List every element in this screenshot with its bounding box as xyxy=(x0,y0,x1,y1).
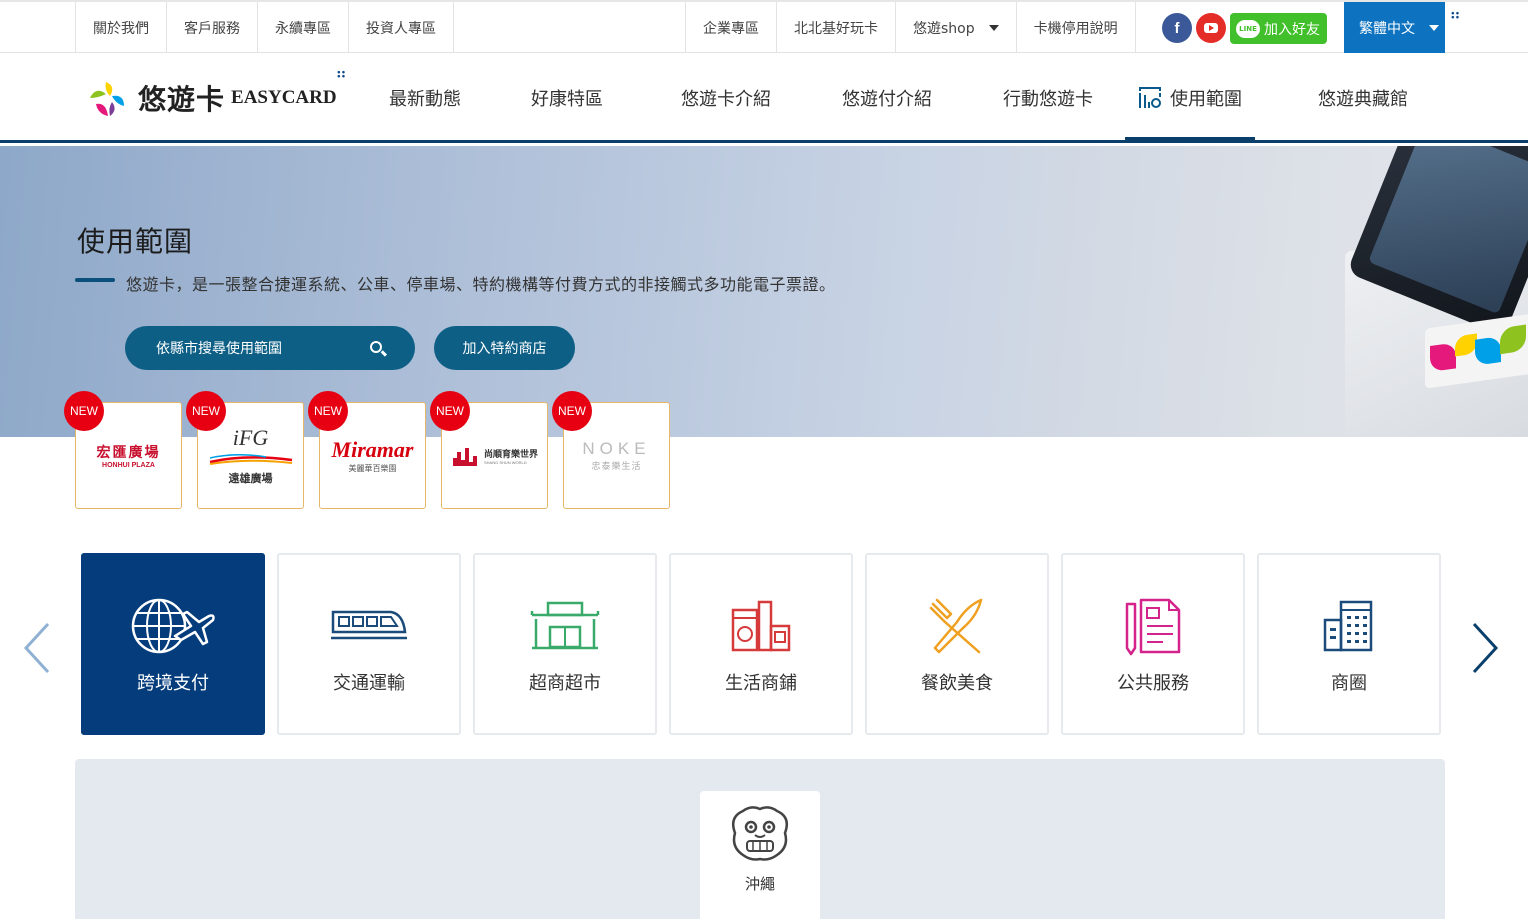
top-link-service[interactable]: 客戶服務 xyxy=(166,2,257,53)
category-label: 交通運輸 xyxy=(333,673,405,694)
merchant-name: 宏匯廣場 xyxy=(96,445,161,461)
region-card-okinawa[interactable]: 沖繩 xyxy=(700,791,820,921)
nav-pay-intro[interactable]: 悠遊付介紹 xyxy=(842,53,932,143)
merchant-card-shangshun[interactable]: NEW 尚順育樂世界 SHANG SHUN WORLD xyxy=(430,391,548,509)
merchant-card-ifg[interactable]: NEW iFG 遠雄廣場 xyxy=(186,391,304,509)
page-description: 悠遊卡，是一張整合捷運系統、公車、停車場、特約機構等付費方式的非接觸式多功能電子… xyxy=(126,275,836,294)
shop-label: 悠遊shop xyxy=(913,20,975,37)
nav-deals[interactable]: 好康特區 xyxy=(531,53,603,143)
search-by-city-button[interactable]: 依縣市搜尋使用範圍 xyxy=(125,326,415,370)
merchant-card-honhui[interactable]: NEW 宏匯廣場 HONHUI PLAZA xyxy=(64,391,182,509)
region-label: 沖繩 xyxy=(744,875,775,893)
merchant-sub: 遠雄廣場 xyxy=(228,472,273,485)
category-business-district[interactable]: 商圈 xyxy=(1257,553,1441,735)
nav-news[interactable]: 最新動態 xyxy=(389,53,461,143)
document-icon xyxy=(1108,595,1198,657)
carousel-prev-arrow[interactable] xyxy=(22,622,52,674)
category-label: 跨境支付 xyxy=(137,673,209,694)
merchant-card-noke[interactable]: NEW NOKE 忠泰樂生活 xyxy=(552,391,670,509)
play-icon xyxy=(1204,23,1218,33)
youtube-icon[interactable] xyxy=(1196,13,1226,43)
category-label: 生活商鋪 xyxy=(725,673,797,694)
merchant-logo-ifg: iFG 遠雄廣場 xyxy=(206,425,296,486)
top-link-reader-notice[interactable]: 卡機停用說明 xyxy=(1015,2,1136,53)
merchant-logo-noke: NOKE 忠泰樂生活 xyxy=(582,439,650,472)
facebook-icon[interactable]: f xyxy=(1162,13,1192,43)
search-by-city-label: 依縣市搜尋使用範圍 xyxy=(156,341,282,357)
shisa-lion-icon xyxy=(732,806,788,861)
building-icon xyxy=(1304,595,1394,657)
line-add-friend-button[interactable]: LINE 加入好友 xyxy=(1230,13,1327,44)
merchant-sub: 忠泰樂生活 xyxy=(591,462,642,472)
search-icon xyxy=(370,341,382,353)
nav-usage-scope[interactable]: 使用範圍 xyxy=(1137,53,1242,143)
store-location-icon xyxy=(1139,87,1161,108)
chevron-down-icon xyxy=(988,24,999,31)
train-icon xyxy=(324,595,414,657)
facebook-glyph: f xyxy=(1174,19,1180,37)
nav-collection[interactable]: 悠遊典藏館 xyxy=(1318,53,1408,143)
fork-knife-icon xyxy=(912,595,1002,657)
category-label: 商圈 xyxy=(1331,673,1367,694)
top-link-sustainability[interactable]: 永續專區 xyxy=(257,2,348,53)
merchant-sub: HONHUI PLAZA xyxy=(102,462,155,469)
category-cross-border[interactable]: 跨境支付 xyxy=(81,553,265,735)
appliances-icon xyxy=(716,595,806,657)
line-add-friend-label: 加入好友 xyxy=(1264,21,1320,38)
top-link-shop[interactable]: 悠遊shop xyxy=(895,2,1016,53)
language-label: 繁體中文 xyxy=(1359,20,1415,37)
nav-card-intro[interactable]: 悠遊卡介紹 xyxy=(681,53,771,143)
merchant-name: 尚順育樂世界 xyxy=(483,449,538,460)
title-accent-line xyxy=(75,278,115,282)
top-link-investors[interactable]: 投資人專區 xyxy=(348,2,454,53)
language-selector[interactable]: 繁體中文 xyxy=(1344,2,1445,53)
category-shops[interactable]: 生活商鋪 xyxy=(669,553,853,735)
merchant-name: Miramar xyxy=(331,437,414,462)
line-icon: LINE xyxy=(1236,19,1260,38)
category-convenience-store[interactable]: 超商超市 xyxy=(473,553,657,735)
main-header: 悠遊卡 EASYCARD ∙∙ ∙∙ 最新動態 好康特區 悠遊卡介紹 悠遊付介紹 … xyxy=(0,53,1528,143)
building-skyline-icon xyxy=(452,447,477,466)
merchant-logo-shangshun: 尚順育樂世界 SHANG SHUN WORLD xyxy=(451,446,538,466)
new-badge: NEW xyxy=(552,391,592,431)
top-link-fun-pass[interactable]: 北北基好玩卡 xyxy=(776,2,895,53)
join-merchant-button[interactable]: 加入特約商店 xyxy=(434,326,575,370)
globe-plane-icon xyxy=(128,595,218,657)
merchant-name: iFG xyxy=(232,425,269,450)
category-dining[interactable]: 餐飲美食 xyxy=(865,553,1049,735)
category-label: 公共服務 xyxy=(1117,673,1189,694)
page-title: 使用範圍 xyxy=(77,225,194,258)
category-label: 超商超市 xyxy=(529,673,601,694)
top-left-links: 關於我們 客戶服務 永續專區 投資人專區 xyxy=(75,2,454,53)
merchant-card-miramar[interactable]: NEW Miramar 美麗華百樂園 xyxy=(308,391,426,509)
nav-mobile-card[interactable]: 行動悠遊卡 xyxy=(1003,53,1093,143)
merchant-sub: 美麗華百樂園 xyxy=(348,464,397,473)
store-icon xyxy=(520,595,610,657)
phone-screen xyxy=(1368,146,1528,315)
top-utility-bar: 關於我們 客戶服務 永續專區 投資人專區 企業專區 北北基好玩卡 悠遊shop … xyxy=(0,0,1528,53)
hero-banner: 使用範圍 悠遊卡，是一張整合捷運系統、公車、停車場、特約機構等付費方式的非接觸式… xyxy=(0,146,1528,437)
nav-usage-scope-label: 使用範圍 xyxy=(1170,89,1242,110)
merchant-logo-miramar: Miramar 美麗華百樂園 xyxy=(332,437,414,474)
category-label: 餐飲美食 xyxy=(921,673,993,694)
merchant-logo-honhui: 宏匯廣場 HONHUI PLAZA xyxy=(97,442,161,469)
category-transport[interactable]: 交通運輸 xyxy=(277,553,461,735)
top-link-about[interactable]: 關於我們 xyxy=(75,2,166,53)
new-badge: NEW xyxy=(186,391,226,431)
new-badge: NEW xyxy=(308,391,348,431)
chevron-down-icon xyxy=(1429,24,1439,31)
carousel-next-arrow[interactable] xyxy=(1470,622,1500,674)
active-nav-indicator xyxy=(1125,137,1255,143)
region-panel: 沖繩 xyxy=(75,759,1445,921)
top-right-links: 企業專區 北北基好玩卡 悠遊shop 卡機停用說明 xyxy=(685,2,1136,53)
category-public-service[interactable]: 公共服務 xyxy=(1061,553,1245,735)
merchant-name: NOKE xyxy=(582,439,651,458)
top-link-enterprise[interactable]: 企業專區 xyxy=(685,2,776,53)
accesskey-dots-icon: ∙∙ ∙∙ xyxy=(1450,9,1460,23)
main-nav: 最新動態 好康特區 悠遊卡介紹 悠遊付介紹 行動悠遊卡 使用範圍 悠遊典藏館 xyxy=(0,53,1528,143)
new-badge: NEW xyxy=(430,391,470,431)
new-badge: NEW xyxy=(64,391,104,431)
merchant-sub: SHANG SHUN WORLD xyxy=(483,459,527,465)
ifg-swoosh xyxy=(209,454,292,465)
